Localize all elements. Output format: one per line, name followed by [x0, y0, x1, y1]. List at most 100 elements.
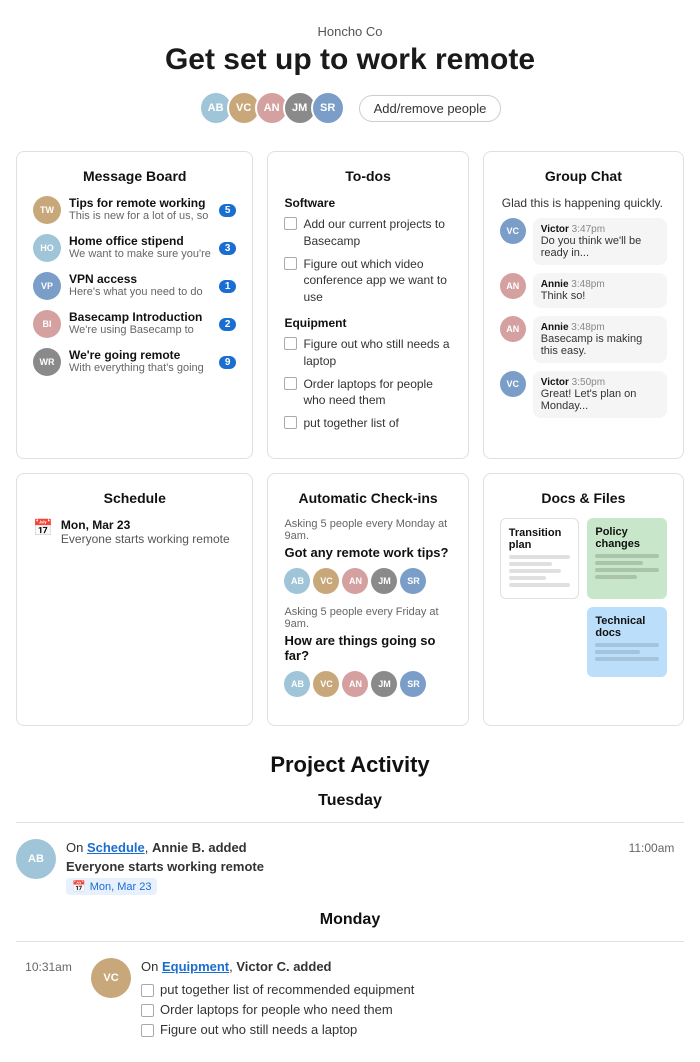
- todo-item[interactable]: Figure out who still needs a laptop: [141, 1022, 684, 1037]
- todo-text: put together list of: [303, 415, 398, 432]
- checkin-avatars: AB VC AN JM SR: [284, 568, 451, 594]
- doc-line: [509, 562, 552, 566]
- avatar: AB: [284, 568, 310, 594]
- doc-item[interactable]: Policy changes: [587, 518, 667, 599]
- activity-link[interactable]: Equipment: [162, 959, 229, 974]
- docs-grid: Transition plan Policy changes: [500, 518, 667, 677]
- message-content: VPN access Here's what you need to do: [69, 272, 211, 298]
- todo-item[interactable]: Figure out who still needs a laptop: [284, 336, 451, 370]
- avatar: TW: [33, 196, 61, 224]
- todo-checkbox[interactable]: [141, 1024, 154, 1037]
- project-activity-section: Project Activity Tuesday AB On Schedule,…: [0, 742, 700, 1062]
- group-chat-card: Group Chat Glad this is happening quickl…: [483, 151, 684, 459]
- activity-avatar: AB: [16, 839, 56, 879]
- chat-text: Think so!: [541, 290, 659, 302]
- avatar: AN: [342, 671, 368, 697]
- avatar: HO: [33, 234, 61, 262]
- avatar: AN: [342, 568, 368, 594]
- chat-bubble: Victor 3:47pm Do you think we'll be read…: [533, 218, 667, 265]
- divider: [16, 941, 684, 942]
- todo-text: Figure out who still needs a laptop: [160, 1022, 357, 1037]
- message-title: Tips for remote working: [69, 196, 211, 210]
- chat-message: AN Annie 3:48pm Think so!: [500, 273, 667, 308]
- schedule-date: Mon, Mar 23: [61, 518, 230, 532]
- doc-lines: [595, 554, 659, 579]
- chat-avatar: VC: [500, 218, 526, 244]
- group-chat-title: Group Chat: [500, 168, 667, 184]
- message-board-title: Message Board: [33, 168, 236, 184]
- chat-intro: Glad this is happening quickly.: [500, 196, 667, 210]
- doc-line: [595, 568, 659, 572]
- schedule-item[interactable]: 📅 Mon, Mar 23 Everyone starts working re…: [33, 518, 236, 546]
- todo-checkbox[interactable]: [284, 416, 297, 429]
- message-title: Basecamp Introduction: [69, 310, 211, 324]
- add-remove-people-button[interactable]: Add/remove people: [359, 95, 502, 122]
- chat-bubble: Annie 3:48pm Basecamp is making this eas…: [533, 316, 667, 363]
- doc-line: [509, 583, 571, 587]
- todo-item[interactable]: put together list of recommended equipme…: [141, 982, 684, 997]
- activity-left: AB On Schedule, Annie B. added Everyone …: [16, 839, 619, 895]
- todo-checkbox[interactable]: [284, 337, 297, 350]
- list-item[interactable]: BI Basecamp Introduction We're using Bas…: [33, 310, 236, 338]
- page-title: Get set up to work remote: [20, 43, 680, 77]
- todo-checkbox[interactable]: [284, 217, 297, 230]
- activity-content-row: VC On Equipment, Victor C. added put tog…: [91, 958, 684, 1042]
- avatar: VC: [313, 568, 339, 594]
- message-sub: Here's what you need to do: [69, 286, 211, 298]
- doc-line: [509, 569, 561, 573]
- list-item[interactable]: VP VPN access Here's what you need to do…: [33, 272, 236, 300]
- docs-title: Docs & Files: [500, 490, 667, 506]
- todo-group-equipment: Equipment Figure out who still needs a l…: [284, 316, 451, 432]
- todo-item[interactable]: Add our current projects to Basecamp: [284, 216, 451, 250]
- todo-item[interactable]: Order laptops for people who need them: [141, 1002, 684, 1017]
- doc-title: Technical docs: [595, 615, 659, 639]
- doc-line: [595, 575, 636, 579]
- avatar: JM: [371, 671, 397, 697]
- chat-meta: Victor 3:47pm: [541, 224, 659, 235]
- chat-meta: Annie 3:48pm: [541, 322, 659, 333]
- doc-line: [509, 576, 546, 580]
- todo-checkbox[interactable]: [141, 984, 154, 997]
- list-item[interactable]: WR We're going remote With everything th…: [33, 348, 236, 376]
- message-title: Home office stipend: [69, 234, 211, 248]
- unread-badge: 3: [219, 242, 237, 255]
- todo-item[interactable]: Figure out which video conference app we…: [284, 256, 451, 306]
- doc-item[interactable]: Technical docs: [587, 607, 667, 677]
- todo-section-title: Equipment: [284, 316, 451, 330]
- avatar: VP: [33, 272, 61, 300]
- doc-item[interactable]: Transition plan: [500, 518, 580, 599]
- avatar: JM: [371, 568, 397, 594]
- schedule-title: Schedule: [33, 490, 236, 506]
- activity-time: 10:31am: [16, 958, 81, 974]
- todo-text: put together list of recommended equipme…: [160, 982, 414, 997]
- doc-line: [509, 555, 571, 559]
- divider: [16, 822, 684, 823]
- schedule-card: Schedule 📅 Mon, Mar 23 Everyone starts w…: [16, 473, 253, 726]
- message-sub: This is new for a lot of us, so: [69, 210, 211, 222]
- company-name: Honcho Co: [20, 24, 680, 39]
- todo-checkbox[interactable]: [284, 377, 297, 390]
- chat-message: AN Annie 3:48pm Basecamp is making this …: [500, 316, 667, 363]
- todo-checkbox[interactable]: [141, 1004, 154, 1017]
- todo-text: Order laptops for people who need them: [303, 376, 451, 410]
- calendar-icon: 📅: [33, 518, 53, 538]
- todo-item[interactable]: Order laptops for people who need them: [284, 376, 451, 410]
- activity-title: Project Activity: [16, 752, 684, 778]
- cards-grid: Message Board TW Tips for remote working…: [0, 141, 700, 742]
- chat-bubble: Annie 3:48pm Think so!: [533, 273, 667, 308]
- schedule-description: Everyone starts working remote: [61, 532, 230, 546]
- checkins-card: Automatic Check-ins Asking 5 people ever…: [267, 473, 468, 726]
- chat-text: Great! Let's plan on Monday...: [541, 388, 659, 412]
- message-content: Tips for remote working This is new for …: [69, 196, 211, 222]
- avatar: VC: [313, 671, 339, 697]
- message-content: Home office stipend We want to make sure…: [69, 234, 211, 260]
- todo-item[interactable]: put together list of: [284, 415, 451, 432]
- activity-right: VC On Equipment, Victor C. added put tog…: [81, 958, 684, 1042]
- message-sub: With everything that's going: [69, 362, 211, 374]
- message-sub: We want to make sure you're: [69, 248, 211, 260]
- list-item[interactable]: TW Tips for remote working This is new f…: [33, 196, 236, 224]
- list-item[interactable]: HO Home office stipend We want to make s…: [33, 234, 236, 262]
- activity-link[interactable]: Schedule: [87, 840, 145, 855]
- chat-meta: Annie 3:48pm: [541, 279, 659, 290]
- todo-checkbox[interactable]: [284, 257, 297, 270]
